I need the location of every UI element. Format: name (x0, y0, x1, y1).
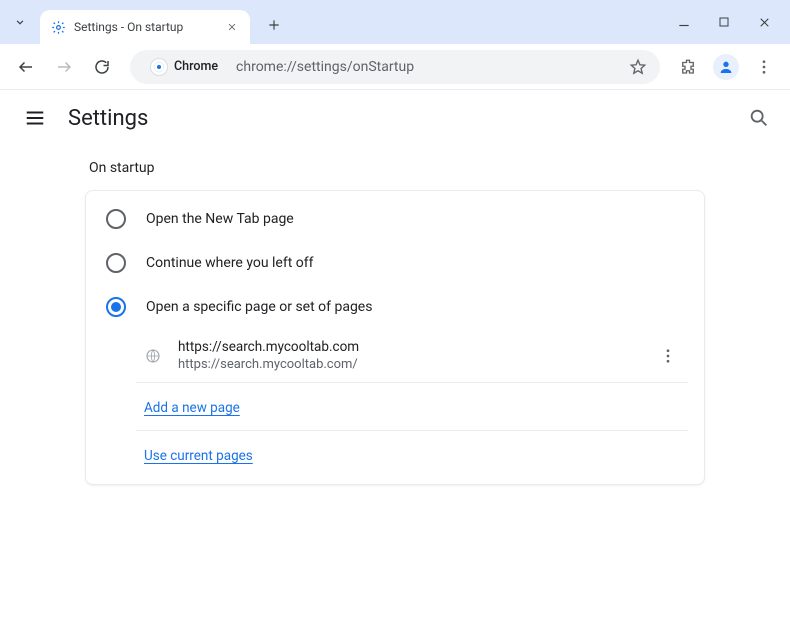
startup-page-title: https://search.mycooltab.com (178, 339, 640, 355)
add-page-row: Add a new page (136, 383, 688, 431)
section-heading: On startup (85, 154, 705, 190)
radio-label: Continue where you left off (146, 255, 314, 271)
puzzle-icon (679, 58, 697, 76)
radio-icon (106, 297, 126, 317)
page-title: Settings (68, 106, 726, 131)
omnibox[interactable]: Chrome chrome://settings/onStartup (130, 50, 660, 84)
maximize-button[interactable] (714, 12, 734, 32)
reload-button[interactable] (86, 51, 118, 83)
hamburger-icon (24, 107, 46, 129)
browser-menu-button[interactable] (748, 51, 780, 83)
settings-appbar: Settings (0, 90, 790, 146)
forward-button[interactable] (48, 51, 80, 83)
kebab-icon (755, 58, 773, 76)
radio-icon (106, 253, 126, 273)
search-icon (748, 107, 770, 129)
new-tab-button[interactable] (260, 11, 288, 39)
extensions-button[interactable] (672, 51, 704, 83)
startup-page-url: https://search.mycooltab.com/ (178, 357, 640, 372)
radio-label: Open a specific page or set of pages (146, 299, 372, 315)
window-controls (674, 12, 774, 32)
radio-icon (106, 209, 126, 229)
startup-pages-list: https://search.mycooltab.com https://sea… (136, 329, 688, 478)
radio-label: Open the New Tab page (146, 211, 294, 227)
site-chip-label: Chrome (174, 59, 218, 74)
tab-close-button[interactable] (224, 19, 240, 35)
radio-option-continue[interactable]: Continue where you left off (86, 241, 704, 285)
maximize-icon (718, 16, 730, 28)
browser-titlebar: Settings - On startup (0, 0, 790, 44)
plus-icon (267, 18, 281, 32)
back-button[interactable] (10, 51, 42, 83)
tab-title: Settings - On startup (74, 20, 216, 34)
on-startup-card: Open the New Tab page Continue where you… (85, 190, 705, 485)
use-current-row: Use current pages (136, 431, 688, 478)
radio-option-new-tab[interactable]: Open the New Tab page (86, 197, 704, 241)
add-new-page-link[interactable]: Add a new page (144, 400, 240, 416)
close-icon (758, 16, 771, 29)
site-chip[interactable]: Chrome (142, 54, 226, 80)
minimize-button[interactable] (674, 12, 694, 32)
profile-avatar-icon (713, 54, 739, 80)
minimize-icon (677, 15, 691, 29)
star-icon (629, 58, 647, 76)
tab-search-button[interactable] (6, 8, 34, 36)
startup-page-row: https://search.mycooltab.com https://sea… (136, 329, 688, 383)
chrome-logo-icon (150, 58, 168, 76)
use-current-pages-link[interactable]: Use current pages (144, 448, 253, 464)
arrow-left-icon (17, 58, 35, 76)
browser-tab[interactable]: Settings - On startup (40, 10, 250, 44)
browser-toolbar: Chrome chrome://settings/onStartup (0, 44, 790, 90)
reload-icon (93, 58, 111, 76)
bookmark-button[interactable] (628, 57, 648, 77)
omnibox-url: chrome://settings/onStartup (236, 59, 618, 75)
globe-icon (145, 348, 161, 364)
profile-button[interactable] (710, 51, 742, 83)
radio-option-specific-pages[interactable]: Open a specific page or set of pages (86, 285, 704, 329)
close-icon (227, 22, 237, 32)
page-favicon (144, 347, 162, 365)
settings-content: On startup Open the New Tab page Continu… (0, 146, 790, 485)
kebab-icon (659, 347, 677, 365)
close-window-button[interactable] (754, 12, 774, 32)
settings-search-button[interactable] (748, 107, 770, 129)
settings-gear-icon (50, 19, 66, 35)
settings-menu-button[interactable] (24, 107, 46, 129)
startup-page-menu-button[interactable] (656, 347, 680, 365)
chevron-down-icon (13, 15, 27, 29)
arrow-right-icon (55, 58, 73, 76)
